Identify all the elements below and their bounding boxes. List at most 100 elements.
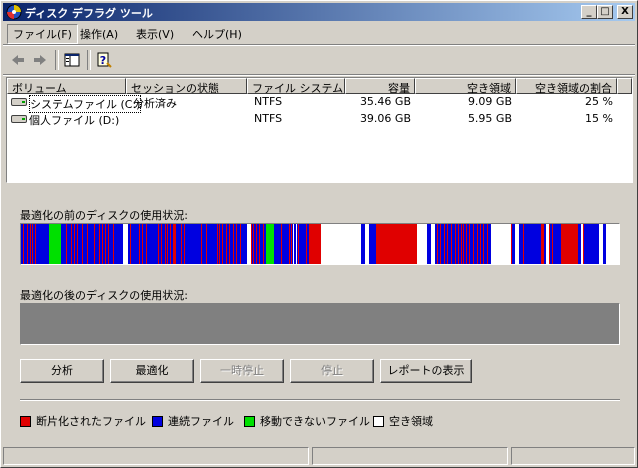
- usage-segment: [66, 224, 67, 264]
- volume-capacity: 35.46 GB: [359, 95, 411, 108]
- usage-segment: [541, 224, 544, 264]
- usage-segment: [49, 224, 61, 264]
- usage-segment: [256, 224, 257, 264]
- volume-row-d[interactable]: 個人ファイル (D:) NTFS 39.06 GB 5.95 GB 15 %: [7, 111, 632, 127]
- usage-segment: [549, 224, 550, 264]
- volume-percent: 25 %: [585, 95, 613, 108]
- volume-row-c[interactable]: システムファイル (C:) 分析済み NTFS 35.46 GB 9.09 GB…: [7, 94, 632, 113]
- forward-arrow-icon[interactable]: [31, 51, 49, 69]
- volume-list[interactable]: ボリューム セッションの状態 ファイル システム 容量 空き領域 空き領域の割合…: [6, 77, 633, 183]
- stop-button[interactable]: 停止: [290, 359, 374, 383]
- usage-segment: [251, 224, 252, 264]
- menu-view[interactable]: 表示(V): [136, 26, 174, 42]
- usage-segment: [431, 224, 435, 264]
- column-free-percent[interactable]: 空き領域の割合: [516, 78, 617, 94]
- console-tree-icon[interactable]: [63, 51, 81, 69]
- usage-segment: [376, 224, 379, 264]
- window-title: ディスク デフラグ ツール: [25, 7, 153, 20]
- legend-free-label: 空き領域: [389, 415, 433, 428]
- usage-segment: [511, 224, 512, 264]
- usage-segment: [440, 224, 441, 264]
- usage-segment: [184, 224, 185, 264]
- usage-segment: [309, 224, 321, 264]
- usage-segment: [30, 224, 31, 264]
- fragmented-swatch: [20, 416, 31, 427]
- usage-segment: [87, 224, 88, 264]
- usage-segment: [167, 224, 168, 264]
- legend-fragmented-label: 断片化されたファイル: [36, 415, 146, 428]
- defragment-button[interactable]: 最適化: [110, 359, 194, 383]
- pause-button[interactable]: 一時停止: [200, 359, 284, 383]
- usage-segment: [240, 224, 241, 264]
- usage-segment: [123, 224, 128, 264]
- menu-action[interactable]: 操作(A): [80, 26, 118, 42]
- usage-segment: [473, 224, 474, 264]
- usage-segment: [599, 224, 619, 264]
- usage-segment: [206, 224, 207, 264]
- help-icon[interactable]: ?: [95, 51, 113, 69]
- usage-segment: [469, 224, 470, 264]
- title-bar[interactable]: ディスク デフラグ ツール _ □ X: [3, 3, 635, 21]
- usage-segment: [130, 224, 131, 264]
- usage-segment: [483, 224, 484, 264]
- usage-segment: [546, 224, 549, 264]
- column-filler: [617, 78, 632, 94]
- legend-unmovable-label: 移動できないファイル: [260, 415, 370, 428]
- usage-segment: [35, 224, 36, 264]
- usage-segment: [417, 224, 427, 264]
- usage-segment: [99, 224, 100, 264]
- usage-segment: [583, 224, 584, 264]
- usage-segment: [463, 224, 464, 264]
- menu-help[interactable]: ヘルプ(H): [192, 26, 242, 42]
- usage-segment: [437, 224, 438, 264]
- column-free-space[interactable]: 空き領域: [415, 78, 516, 94]
- usage-segment: [491, 224, 511, 264]
- usage-segment: [561, 224, 578, 264]
- column-file-system[interactable]: ファイル システム: [247, 78, 345, 94]
- usage-segment: [259, 224, 260, 264]
- volume-percent: 15 %: [585, 112, 613, 125]
- menu-file[interactable]: ファイル(F): [7, 24, 78, 44]
- before-usage-label: 最適化の前のディスクの使用状況:: [20, 209, 188, 222]
- usage-segment: [173, 224, 174, 264]
- after-usage-label: 最適化の後のディスクの使用状況:: [20, 289, 188, 302]
- status-pane-3: [511, 447, 635, 465]
- usage-segment: [289, 224, 290, 264]
- usage-segment: [229, 224, 230, 264]
- before-usage-bar: [21, 224, 619, 264]
- usage-segment: [174, 224, 176, 264]
- status-pane-2: [312, 447, 508, 465]
- usage-segment: [222, 224, 223, 264]
- view-report-button[interactable]: レポートの表示: [380, 359, 472, 383]
- usage-segment: [71, 224, 72, 264]
- usage-segment: [263, 224, 264, 264]
- minimize-button[interactable]: _: [581, 5, 597, 19]
- usage-segment: [102, 224, 103, 264]
- column-capacity[interactable]: 容量: [345, 78, 415, 94]
- analyze-button[interactable]: 分析: [20, 359, 104, 383]
- close-button[interactable]: X: [617, 5, 633, 19]
- column-volume[interactable]: ボリューム: [7, 78, 126, 94]
- usage-segment: [291, 224, 292, 264]
- legend-free: 空き領域: [373, 413, 433, 429]
- hard-drive-icon: [11, 98, 27, 106]
- contiguous-swatch: [152, 416, 163, 427]
- volume-list-header: ボリューム セッションの状態 ファイル システム 容量 空き領域 空き領域の割合: [7, 78, 632, 94]
- hard-drive-icon: [11, 115, 27, 123]
- maximize-button[interactable]: □: [597, 5, 613, 19]
- back-arrow-icon[interactable]: [9, 51, 27, 69]
- toolbar: ?: [3, 47, 635, 73]
- usage-segment: [201, 224, 202, 264]
- volume-status: 分析済み: [133, 97, 177, 110]
- column-session-status[interactable]: セッションの状態: [126, 78, 247, 94]
- usage-segment: [379, 224, 417, 264]
- volume-fs: NTFS: [254, 95, 283, 108]
- usage-segment: [161, 224, 162, 264]
- volume-free: 5.95 GB: [467, 112, 512, 125]
- after-usage-map: [20, 303, 620, 345]
- usage-segment: [158, 224, 159, 264]
- usage-segment: [266, 224, 274, 264]
- usage-segment: [253, 224, 254, 264]
- usage-segment: [515, 224, 519, 264]
- usage-segment: [306, 224, 307, 264]
